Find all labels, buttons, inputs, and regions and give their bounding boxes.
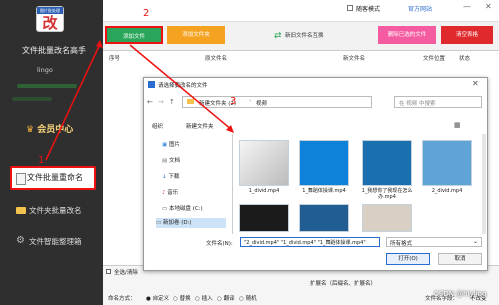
annotation-arrows <box>45 40 234 161</box>
annotation-label: 1 <box>38 155 45 166</box>
annotation-label: 2 <box>143 8 150 19</box>
annotation-arrow <box>129 44 233 131</box>
annotation-arrowhead <box>96 40 103 48</box>
watermark: CSDN @hlyling <box>434 290 487 298</box>
annotation-label: 3 <box>230 96 237 107</box>
annotation-arrow <box>45 43 101 161</box>
